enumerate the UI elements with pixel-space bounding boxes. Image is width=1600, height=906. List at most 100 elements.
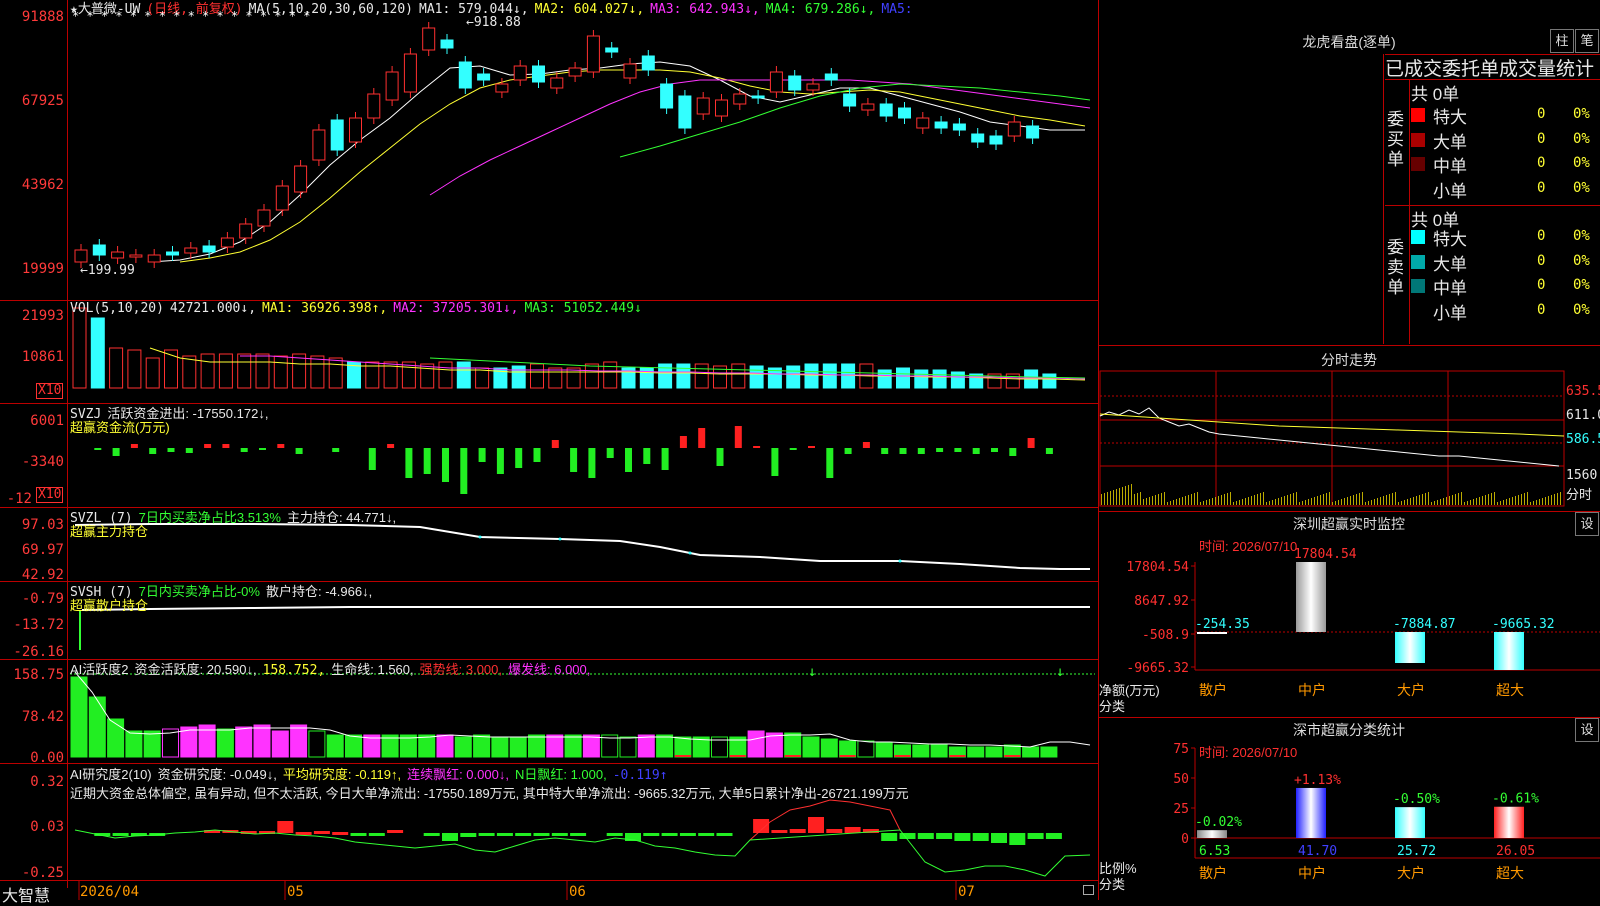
activity-bar [802,736,820,758]
fenshi-vol-bar [1170,501,1171,505]
activity-tick [784,755,801,757]
activity-bar [528,734,545,758]
fenshi-vol-bar [1194,493,1195,505]
fenshi-vol-bar [1314,497,1315,505]
fenshi-vol-bar [1380,497,1381,505]
lock-icon[interactable] [1083,885,1094,895]
research-bar [771,830,788,833]
fenshi-vol-bar [1326,493,1327,505]
fenshi-vol-bar [1116,489,1117,505]
sz-stats-axis-sub: 分类 [1099,877,1126,892]
fenshi-tag: 分时 [1566,487,1593,502]
bar-mode-button[interactable]: 柱 [1550,29,1574,53]
fenshi-vol-bar [1416,496,1417,505]
flow-bar [917,448,925,454]
activity-bar [912,744,930,758]
ratio-bar [1197,830,1227,838]
bar-change-label: -0.50% [1393,792,1440,807]
activity-bar [674,736,692,758]
fenshi-vol-bar [1236,501,1237,505]
fenshi-vol-bar [1293,493,1294,505]
fenshi-vol-bar [1167,502,1168,505]
bar-value-label: -9665.32 [1492,617,1555,632]
volume-bar [877,369,892,389]
flow-bar [991,448,998,452]
fenshi-vol-bar [1401,501,1402,505]
flow-bar [185,448,193,453]
fenshi-vol-bar [1521,494,1522,505]
fenshi-panel[interactable]: 分时走势 635.5 611.0 586.5 1560 分时 [1099,346,1600,511]
flow-bar [972,448,980,454]
fenshi-vol-bar [1410,498,1411,505]
y-label: -508.9 [1142,628,1189,643]
fenshi-vol-bar [1545,497,1546,505]
candle-body [92,244,106,256]
activity-bar [637,734,655,758]
flow-bar [789,448,797,450]
bar-value-label: 26.05 [1496,844,1535,859]
research-bar [844,827,861,833]
fenshi-vol-bar [1554,494,1555,505]
x-label: 06 [569,884,586,900]
y-label: 21993 [21,308,64,324]
volume-bar [950,371,965,389]
tick-mode-button[interactable]: 笔 [1575,29,1599,53]
net-flow-bar [1197,632,1227,634]
candle-body [367,93,381,119]
fenshi-vol-bar [1344,498,1345,505]
fenshi-vol-bar [1317,496,1318,505]
category-label: 中户 [1298,682,1326,699]
bar-value-label: 6.53 [1199,844,1230,859]
fenshi-vol-bar [1251,496,1252,505]
fenshi-vol-bar [1272,500,1273,505]
fenshi-vol-bar [1221,495,1222,505]
fenshi-vol-bar [1263,492,1264,505]
research-bar [313,831,330,834]
svzj-text: 活跃资金进出: -17550.172↓, [107,406,269,421]
fenshi-vol-bar [1227,493,1228,505]
fenshi-vol-bar [1185,496,1186,505]
candle-body [824,73,838,81]
fenshi-vol-bar [1524,493,1525,505]
x-label: 07 [958,884,975,900]
fenshi-vol-bar [1335,501,1336,505]
research-bar [570,833,587,836]
ai-research-header: AI研究度2(10) 资金研究度: -0.049↓, 平均研究度: -0.119↑,… [70,767,674,783]
fenshi-vol-bar [1125,486,1126,505]
fenshi-vol-bar [1491,493,1492,505]
fenshi-vol-bar [1449,496,1450,505]
candle-body [989,135,1003,145]
fenshi-vol-bar [1473,499,1474,505]
y-label: 0.32 [30,774,64,790]
candle-body [696,97,710,115]
longhu-title: 龙虎看盘(逐单) [1302,34,1396,50]
volume-bar [237,353,252,389]
flow-bar [808,446,815,448]
main-chart-area[interactable]: ★大普微-UW (日线, 前复权) MA(5,10,20,30,60,120) MA1… [0,0,1098,905]
ma1-line [149,61,1085,263]
category-label: 散户 [1199,865,1227,882]
bar-value-label: 41.70 [1298,844,1337,859]
fenshi-vol-bar [1188,495,1189,505]
research-bar [881,833,898,841]
research-bar [478,833,495,836]
fenshi-vol-bar [1551,495,1552,505]
net-flow-bar [1296,562,1326,632]
fenshi-vol-bar [1206,500,1207,505]
ai-active-text4: 强势线: 3.000, [419,662,502,677]
fenshi-vol-bar [1443,498,1444,505]
fenshi-vol-bar [1434,501,1435,505]
flow-bar [862,442,870,448]
research-bar [972,833,989,841]
fenshi-vol-bar [1371,500,1372,505]
fenshi-vol-bar [1197,492,1198,505]
activity-bar [875,742,893,758]
fenshi-vol-bar [1137,493,1138,505]
y-label: -13.72 [13,617,64,633]
volume-bar [182,355,197,389]
fenshi-vol-bar [1215,497,1216,505]
ai-active-text3: 生命线: 1.560, [331,662,414,677]
fenshi-vol-bar [1452,495,1453,505]
fenshi-vol-bar [1392,493,1393,505]
fenshi-vol-bar [1113,490,1114,505]
